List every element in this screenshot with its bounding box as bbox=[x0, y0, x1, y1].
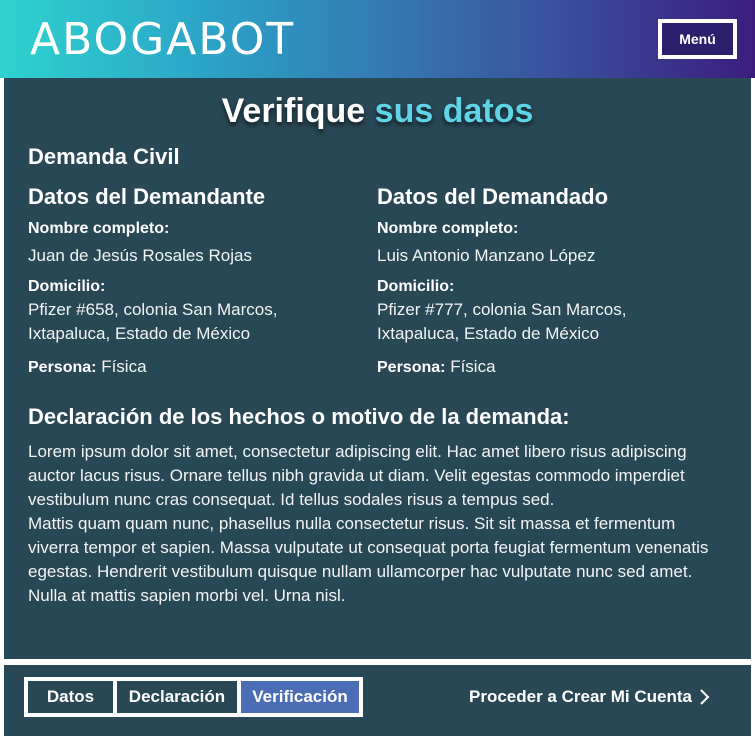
plaintiff-person-label: Persona: bbox=[28, 359, 97, 376]
wizard-footer: Datos Declaración Verificación Proceder … bbox=[4, 665, 751, 736]
defendant-address-line2: Ixtapaluca, Estado de México bbox=[377, 324, 600, 343]
declaration-paragraph: Mattis quam quam nunc, phasellus nulla c… bbox=[28, 514, 709, 605]
plaintiff-name-label: Nombre completo: bbox=[28, 220, 170, 237]
page-title: Verifique sus datos bbox=[4, 92, 751, 131]
declaration-heading: Declaración de los hechos o motivo de la… bbox=[28, 404, 570, 429]
step-verificacion[interactable]: Verificación bbox=[241, 681, 359, 713]
plaintiff-person: Persona: Física bbox=[28, 356, 358, 379]
defendant-name: Luis Antonio Manzano López bbox=[377, 246, 596, 265]
defendant-person-type: Física bbox=[450, 357, 496, 376]
step-tabs: Datos Declaración Verificación bbox=[24, 677, 363, 717]
declaration-paragraph: Lorem ipsum dolor sit amet, consectetur … bbox=[28, 442, 687, 509]
plaintiff-address-line1: Pfizer #658, colonia San Marcos, bbox=[28, 300, 278, 319]
chevron-right-icon bbox=[700, 689, 710, 705]
defendant-person-label: Persona: bbox=[377, 359, 446, 376]
document-type: Demanda Civil bbox=[28, 144, 180, 169]
app-header: ABOGABOT Menú bbox=[0, 0, 755, 78]
plaintiff-section: Datos del Demandante Nombre completo: Ju… bbox=[28, 184, 358, 379]
page-title-main: Verifique bbox=[221, 92, 366, 130]
step-declaracion[interactable]: Declaración bbox=[117, 681, 237, 713]
app-logo[interactable]: ABOGABOT bbox=[30, 14, 295, 66]
defendant-person: Persona: Física bbox=[377, 356, 707, 379]
page-title-accent: sus datos bbox=[374, 92, 534, 130]
plaintiff-address-line2: Ixtapaluca, Estado de México bbox=[28, 324, 251, 343]
plaintiff-address-label: Domicilio: bbox=[28, 278, 106, 295]
verification-panel: Verifique sus datos Demanda Civil Datos … bbox=[4, 78, 751, 659]
menu-button[interactable]: Menú bbox=[658, 19, 737, 59]
defendant-name-label: Nombre completo: bbox=[377, 220, 519, 237]
proceed-label: Proceder a Crear Mi Cuenta bbox=[469, 687, 692, 706]
defendant-address-label: Domicilio: bbox=[377, 278, 455, 295]
defendant-heading: Datos del Demandado bbox=[377, 184, 609, 209]
defendant-address-line1: Pfizer #777, colonia San Marcos, bbox=[377, 300, 627, 319]
declaration-text: Lorem ipsum dolor sit amet, consectetur … bbox=[28, 440, 728, 608]
plaintiff-name: Juan de Jesús Rosales Rojas bbox=[28, 246, 252, 265]
proceed-button[interactable]: Proceder a Crear Mi Cuenta bbox=[469, 687, 710, 707]
plaintiff-person-type: Física bbox=[101, 357, 147, 376]
plaintiff-heading: Datos del Demandante bbox=[28, 184, 266, 209]
step-datos[interactable]: Datos bbox=[28, 681, 113, 713]
defendant-section: Datos del Demandado Nombre completo: Lui… bbox=[377, 184, 707, 379]
